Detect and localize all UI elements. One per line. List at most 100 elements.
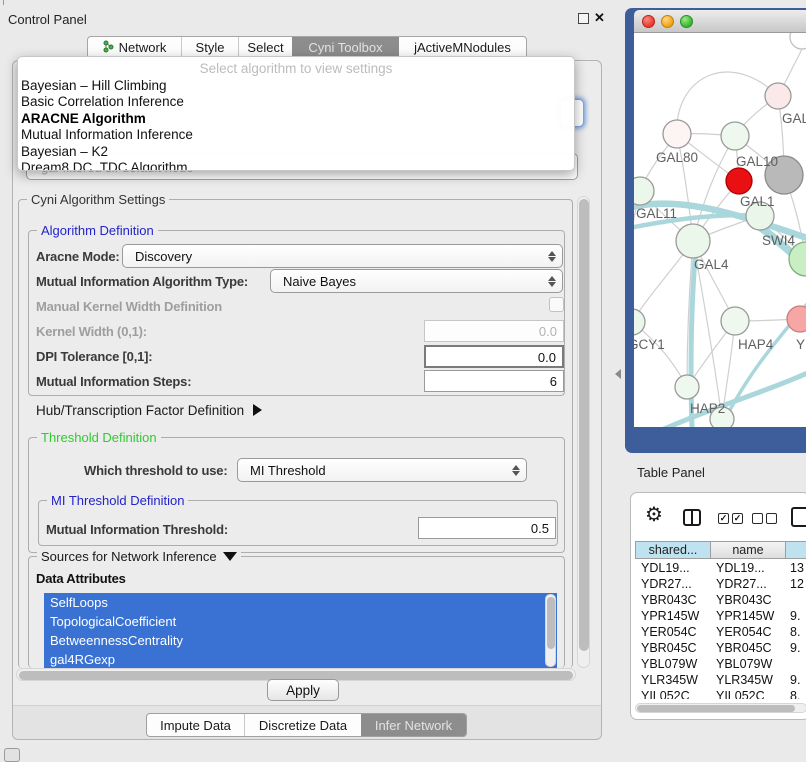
tab-impute-data[interactable]: Impute Data xyxy=(147,714,244,736)
node-gal10[interactable] xyxy=(721,122,749,150)
column-header-name[interactable]: name xyxy=(711,541,786,559)
node-pink[interactable] xyxy=(787,306,806,332)
popup-item[interactable]: Bayesian – K2 xyxy=(18,144,574,160)
check-glyph: ✓ xyxy=(734,513,742,524)
apply-button[interactable]: Apply xyxy=(267,679,339,701)
mi-steps-field[interactable]: 6 xyxy=(424,370,564,392)
list-item-selected[interactable]: SelfLoops xyxy=(44,593,557,612)
hub-definition-expander[interactable]: Hub/Transcription Factor Definition xyxy=(36,402,262,418)
tab-infer-network-label: Infer Network xyxy=(375,718,452,733)
table-row[interactable]: YER054CYER054C8. xyxy=(631,625,806,641)
popup-item[interactable]: Dream8 DC_TDC Algorithm xyxy=(18,160,574,171)
tab-discretize-data[interactable]: Discretize Data xyxy=(245,714,361,736)
node-gal4[interactable] xyxy=(676,224,710,258)
table-row[interactable]: YIL052CYIL052C8. xyxy=(631,689,806,699)
tab-cyni-toolbox[interactable]: Cyni Toolbox xyxy=(292,37,399,58)
column-header-partial[interactable] xyxy=(786,541,806,559)
popup-item[interactable]: Mutual Information Inference xyxy=(18,127,574,143)
table-horizontal-scrollbar[interactable] xyxy=(635,703,806,713)
node-label: GAL10 xyxy=(736,154,778,169)
algorithm-popup: Select algorithm to view settings Bayesi… xyxy=(17,56,575,171)
hide-columns-icon[interactable] xyxy=(752,513,777,524)
table-row[interactable]: YPR145WYPR145W9. xyxy=(631,609,806,625)
collapsed-panel-icon[interactable] xyxy=(4,748,20,762)
tab-select[interactable]: Select xyxy=(239,37,292,58)
aracne-mode-value: Discovery xyxy=(135,249,192,264)
combo-spinner-icon xyxy=(546,270,558,292)
table-toolbar: ⚙ ✓ ✓ xyxy=(631,493,806,539)
sources-title: Sources for Network Inference xyxy=(41,549,217,564)
tab-style[interactable]: Style xyxy=(182,37,238,58)
node-gal80[interactable] xyxy=(663,120,691,148)
expander-down-arrow-icon xyxy=(223,552,237,561)
gear-icon[interactable]: ⚙ xyxy=(645,505,663,525)
node-gal1-selected[interactable] xyxy=(726,168,752,194)
zoom-traffic-light[interactable] xyxy=(680,15,693,28)
float-window-icon[interactable] xyxy=(578,13,589,24)
mi-type-label: Mutual Information Algorithm Type: xyxy=(36,274,248,289)
tab-jactivemnodules[interactable]: jActiveMNodules xyxy=(399,37,526,58)
node-hap2[interactable] xyxy=(675,375,699,399)
list-item-selected[interactable]: gal4RGexp xyxy=(44,650,557,668)
list-item-selected[interactable]: TopologicalCoefficient xyxy=(44,612,557,631)
tab-network-label: Network xyxy=(119,40,167,55)
tab-network[interactable]: Network xyxy=(88,37,181,58)
node-label: Y xyxy=(796,337,805,352)
hub-definition-label: Hub/Transcription Factor Definition xyxy=(36,403,244,418)
mi-threshold-field[interactable]: 0.5 xyxy=(418,517,556,539)
table-row[interactable]: YBR045CYBR045C9. xyxy=(631,641,806,657)
screen: Control Panel ✕ Network Style Select Cyn… xyxy=(0,0,806,762)
table-row[interactable]: YBR043CYBR043C xyxy=(631,593,806,609)
settings-vertical-scrollbar[interactable] xyxy=(577,196,590,668)
table-panel-title: Table Panel xyxy=(637,465,705,480)
close-traffic-light[interactable] xyxy=(642,15,655,28)
dpi-tolerance-field[interactable]: 0.0 xyxy=(424,345,564,368)
node-label: HAP4 xyxy=(738,337,774,352)
data-attributes-list: SelfLoops TopologicalCoefficient Between… xyxy=(44,593,557,668)
column-header-shared[interactable]: shared... xyxy=(635,541,711,559)
node[interactable] xyxy=(765,83,791,109)
mi-threshold-label: Mutual Information Threshold: xyxy=(46,522,228,537)
which-threshold-label: Which threshold to use: xyxy=(84,463,227,478)
node-label: GAL4 xyxy=(694,257,729,272)
popup-item[interactable]: Basic Correlation Inference xyxy=(18,94,574,110)
list-item-selected[interactable]: BetweennessCentrality xyxy=(44,631,557,650)
network-canvas: GAL GAL80 GAL10 GAL1 GAL11 SWI4 GAL4 GCY… xyxy=(634,33,806,427)
split-columns-icon[interactable] xyxy=(683,509,701,526)
export-table-icon[interactable] xyxy=(791,507,806,527)
table-panel: ⚙ ✓ ✓ shared... name YDL19...YDL19...13 xyxy=(630,492,806,720)
split-handle-icon[interactable] xyxy=(615,369,621,379)
table-rows: YDL19...YDL19...13 YDR27...YDR27...12 YB… xyxy=(631,561,806,699)
table-row[interactable]: YDL19...YDL19...13 xyxy=(631,561,806,577)
close-icon[interactable]: ✕ xyxy=(594,10,605,26)
table-row[interactable]: YBL079WYBL079W xyxy=(631,657,806,673)
popup-item[interactable]: Bayesian – Hill Climbing xyxy=(18,78,574,94)
table-row[interactable]: YDR27...YDR27...12 xyxy=(631,577,806,593)
table-row[interactable]: YLR345WYLR345W9. xyxy=(631,673,806,689)
node-label: GAL1 xyxy=(740,194,775,209)
node[interactable] xyxy=(790,33,806,49)
data-attributes-label: Data Attributes xyxy=(36,571,126,586)
manual-kernel-checkbox[interactable] xyxy=(549,297,564,312)
node-gal11[interactable] xyxy=(634,177,654,205)
control-panel-title: Control Panel xyxy=(8,12,87,27)
mi-type-combobox[interactable]: Naive Bayes xyxy=(270,269,563,293)
popup-item-selected[interactable]: ARACNE Algorithm xyxy=(18,111,574,127)
kernel-width-field[interactable]: 0.0 xyxy=(424,320,564,342)
column-header-name-label: name xyxy=(732,543,763,557)
column-header-shared-label: shared... xyxy=(649,543,698,557)
minimize-traffic-light[interactable] xyxy=(661,15,674,28)
sources-title-row[interactable]: Sources for Network Inference xyxy=(37,549,241,564)
node-hap4[interactable] xyxy=(721,307,749,335)
which-threshold-combobox[interactable]: MI Threshold xyxy=(237,458,527,482)
dpi-tolerance-label: DPI Tolerance [0,1]: xyxy=(36,349,152,364)
tab-jactivemnodules-label: jActiveMNodules xyxy=(414,40,511,55)
node-label: GAL11 xyxy=(636,206,677,221)
aracne-mode-combobox[interactable]: Discovery xyxy=(122,244,563,268)
tab-infer-network[interactable]: Infer Network xyxy=(361,714,466,736)
tab-discretize-data-label: Discretize Data xyxy=(259,718,347,733)
attributes-list-scrollbar[interactable] xyxy=(545,594,556,667)
threshold-definition-title: Threshold Definition xyxy=(37,430,161,445)
show-selected-columns-icon[interactable]: ✓ ✓ xyxy=(718,513,743,524)
popup-placeholder: Select algorithm to view settings xyxy=(18,61,574,76)
